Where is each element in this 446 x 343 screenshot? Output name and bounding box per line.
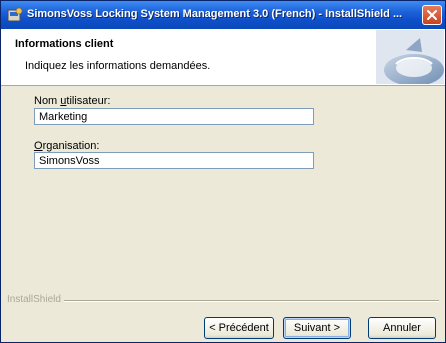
title-bar[interactable]: SimonsVoss Locking System Management 3.0… [1, 1, 445, 29]
cancel-button[interactable]: Annuler [368, 317, 436, 339]
page-title: Informations client [15, 38, 114, 50]
footer-divider [7, 300, 439, 302]
previous-button[interactable]: < Précédent [204, 317, 274, 339]
next-button[interactable]: Suivant > [283, 317, 351, 339]
organization-input[interactable] [34, 152, 314, 169]
wizard-header: Informations client Indiquez les informa… [1, 29, 445, 86]
close-icon [427, 10, 437, 20]
installshield-logo-icon [376, 30, 444, 84]
username-input[interactable] [34, 108, 314, 125]
installer-app-icon [7, 7, 23, 22]
page-subtitle: Indiquez les informations demandées. [25, 60, 211, 72]
close-button[interactable] [422, 5, 442, 25]
window-title: SimonsVoss Locking System Management 3.0… [27, 8, 403, 20]
username-label: Nom utilisateur: [34, 95, 111, 107]
installshield-brand-label: InstallShield [7, 294, 64, 305]
organization-label: Organisation: [34, 140, 100, 152]
installer-window: SimonsVoss Locking System Management 3.0… [0, 0, 446, 343]
